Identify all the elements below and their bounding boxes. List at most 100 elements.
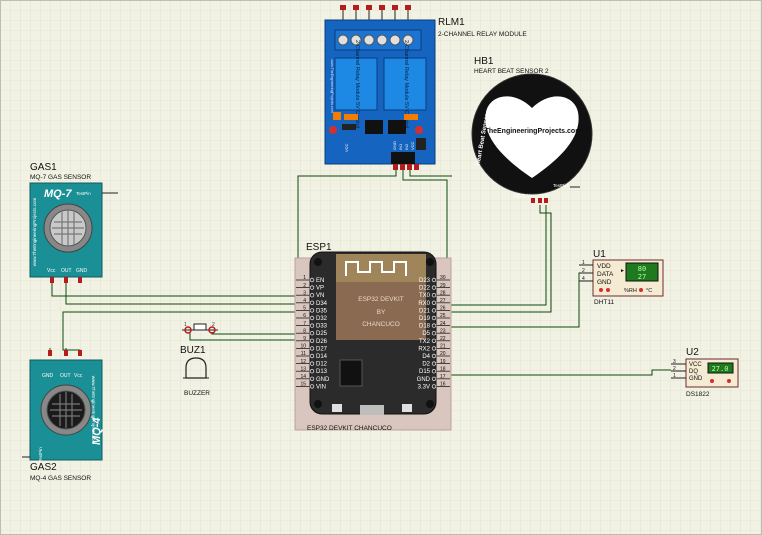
dht-arrow-icon: ► — [620, 268, 625, 274]
ds-readout: 27.0 — [712, 365, 729, 373]
relay-pin-vcc-label: VCC — [344, 143, 349, 152]
ds-button-2[interactable] — [727, 379, 731, 383]
dht-pin1-name: VDD — [597, 263, 611, 270]
esp-left-pin-name: D32 — [316, 316, 328, 322]
esp-right-pin-name: D15 — [419, 369, 431, 375]
esp-right-pin-name: D22 — [419, 286, 431, 292]
dht-rh-label: %RH — [624, 288, 637, 294]
esp-right-pin-name: RX2 — [418, 346, 430, 352]
ds-pin1-name: VCC — [689, 362, 702, 368]
esp-left-pin-name: D33 — [316, 324, 328, 330]
ds-button-1[interactable] — [710, 379, 714, 383]
ds-pin2-name: DQ — [689, 369, 698, 375]
esp-right-pin-num: 17 — [440, 374, 446, 380]
mq7-test-label: TestPin — [76, 191, 91, 196]
esp-left-pin-num: 6 — [303, 313, 306, 319]
esp-left-pin-num: 14 — [300, 374, 306, 380]
esp-right-pin-name: D4 — [422, 354, 430, 360]
esp-chip-line1: ESP32 DEVKIT — [358, 296, 404, 303]
esp-name: ESP32 DEVKIT CHANCUCO — [307, 425, 392, 432]
esp-left-pin-name: VP — [316, 286, 324, 292]
hb-brand: TheEngineeringProjects.com — [485, 128, 582, 135]
mq7-ref: GAS1 — [30, 162, 57, 173]
ds-name: DS1822 — [686, 391, 710, 398]
dht-pin1-num: 1 — [582, 260, 585, 266]
esp-right-pin-num: 27 — [440, 298, 446, 304]
relay-pin-in1-label: IN1 — [398, 143, 403, 150]
esp-right-pin-name: RX0 — [418, 301, 430, 307]
dht-name: DHT11 — [594, 299, 614, 306]
esp-left-pin-num: 7 — [303, 321, 306, 327]
dht-ref: U1 — [593, 249, 606, 260]
buz-name: BUZZER — [184, 390, 210, 397]
mq7-title: MQ-7 — [44, 188, 72, 200]
esp32-devkit[interactable]: ESP32 DEVKIT BY CHANCUCO ESP1 ESP32 DEVK… — [294, 242, 452, 432]
esp-right-pin-num: 24 — [440, 321, 446, 327]
esp-right-pin-num: 26 — [440, 306, 446, 312]
relay-site-text: www.TheEngineeringProjects.com — [330, 59, 334, 112]
esp-right-pin-name: D21 — [419, 308, 431, 314]
esp-left-pin-num: 5 — [303, 306, 306, 312]
dht-c-label: °C — [646, 288, 652, 294]
esp-left-pin-name: D27 — [316, 346, 328, 352]
schematic-canvas: 2-Channel Relay Module 5V Control 2-Chan… — [0, 0, 762, 535]
esp-left-pin-name: D13 — [316, 369, 328, 375]
mq4-pin-out: OUT — [60, 373, 71, 379]
mq7-pin-out: OUT — [61, 268, 72, 274]
esp-left-pin-num: 13 — [300, 366, 306, 372]
esp-left-pin-num: 9 — [303, 336, 306, 342]
esp-right-pin-num: 19 — [440, 359, 446, 365]
buz-pin1: 1 — [184, 322, 187, 328]
mq7-side-text: www.TheEngineeringProjects.com — [32, 197, 37, 266]
esp-left-pin-num: 8 — [303, 328, 306, 334]
dht-button-2[interactable] — [606, 288, 610, 292]
mq7-pin-gnd: GND — [76, 268, 88, 274]
hb-ref: HB1 — [474, 56, 494, 67]
buz-ref: BUZ1 — [180, 345, 206, 356]
esp-left-pin-num: 1 — [303, 275, 306, 281]
hb-test-label: TestPin — [553, 183, 568, 188]
esp-left-pin-num: 10 — [300, 344, 306, 350]
dht-pin2-num: 2 — [582, 268, 585, 274]
dht-pin3-num: 4 — [582, 276, 585, 282]
esp-left-pin-name: D12 — [316, 362, 328, 368]
esp-left-pin-num: 4 — [303, 298, 306, 304]
ds-pin3-num: 1 — [673, 373, 676, 379]
esp-left-pin-name: D34 — [316, 301, 328, 307]
esp-left-pin-name: VN — [316, 293, 324, 299]
esp-right-pin-num: 29 — [440, 283, 446, 289]
dht-button-1[interactable] — [599, 288, 603, 292]
esp-right-pin-num: 30 — [440, 275, 446, 281]
esp-right-pin-num: 18 — [440, 366, 446, 372]
esp-right-pin-num: 28 — [440, 290, 446, 296]
esp-right-pin-num: 22 — [440, 336, 446, 342]
esp-left-pin-num: 12 — [300, 359, 306, 365]
buz-pin2: 2 — [212, 322, 215, 328]
esp-left-pin-name: D25 — [316, 331, 328, 337]
esp-right-pin-num: 16 — [440, 382, 446, 388]
esp-right-pin-name: TX2 — [419, 339, 431, 345]
dht-hum-readout: 27 — [638, 273, 646, 281]
dht-temp-readout: 80 — [638, 265, 646, 273]
ds-pin2-num: 2 — [673, 366, 676, 372]
ds-pin1-num: 3 — [673, 359, 676, 365]
esp-right-pin-name: 3.3V — [418, 384, 430, 390]
mq4-name: MQ-4 GAS SENSOR — [30, 475, 91, 482]
relay-pin-gnd-label: GND — [392, 141, 397, 150]
esp-left-pin-name: GND — [316, 377, 330, 383]
relay-name: 2-CHANNEL RELAY MODULE — [438, 31, 527, 38]
dht-pin2-name: DATA — [597, 271, 614, 278]
esp-right-pin-name: D18 — [419, 324, 431, 330]
esp-left-pin-num: 11 — [301, 351, 306, 357]
dht-button-3[interactable] — [639, 288, 643, 292]
esp-right-pin-name: D23 — [419, 278, 431, 284]
ds-pin3-name: GND — [689, 376, 703, 382]
relay-pin-vcc2-label: VCC — [410, 141, 415, 150]
mq4-test-label: TestPin — [38, 447, 43, 462]
esp-left-pin-name: VIN — [316, 384, 326, 390]
esp-right-pin-name: D19 — [419, 316, 431, 322]
mq7-pin-vcc: Vcc — [47, 268, 56, 274]
esp-chip-line2: BY — [377, 309, 386, 316]
dht-pin3-name: GND — [597, 279, 612, 286]
esp-right-pin-num: 21 — [440, 344, 446, 350]
